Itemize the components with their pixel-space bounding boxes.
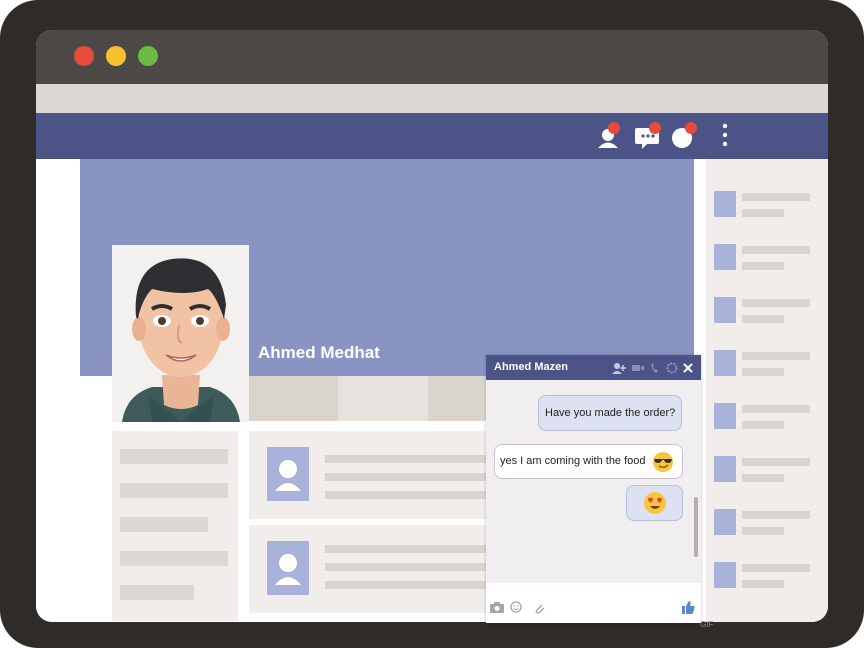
title-bar — [36, 30, 828, 84]
message-bubble-outgoing — [626, 485, 683, 521]
contact-item[interactable] — [714, 350, 824, 380]
device-frame: Ahmed Medhat — [0, 0, 864, 648]
close-window-button[interactable] — [74, 46, 94, 66]
emoji-icon[interactable] — [510, 601, 522, 613]
minimize-window-button[interactable] — [106, 46, 126, 66]
contact-item[interactable] — [714, 456, 824, 486]
post-avatar-placeholder — [267, 541, 309, 595]
notifications-icon[interactable] — [668, 121, 700, 151]
settings-icon[interactable] — [666, 362, 678, 374]
address-bar[interactable] — [36, 84, 828, 113]
contact-item[interactable] — [714, 244, 824, 274]
camera-icon[interactable] — [490, 602, 504, 613]
chat-input-bar[interactable] — [486, 583, 701, 623]
notification-badge — [685, 122, 697, 134]
chat-scrollbar[interactable] — [694, 497, 698, 557]
chat-title: Ahmed Mazen — [494, 361, 568, 373]
top-navbar — [36, 113, 828, 159]
chat-header: Ahmed Mazen — [486, 355, 701, 380]
contact-item[interactable] — [714, 297, 824, 327]
chat-window: Ahmed Mazen Have you made the order? yes… — [486, 355, 701, 623]
message-text: yes I am coming with the food — [500, 455, 646, 467]
browser-window: Ahmed Medhat — [36, 30, 828, 622]
messages-icon[interactable] — [633, 121, 665, 151]
friend-request-icon[interactable] — [594, 121, 626, 151]
message-bubble-incoming: yes I am coming with the food — [494, 444, 683, 479]
profile-sidebar — [112, 431, 238, 621]
contact-item[interactable] — [714, 191, 824, 221]
add-person-icon[interactable] — [612, 362, 626, 374]
profile-name: Ahmed Medhat — [258, 343, 380, 362]
message-text: Have you made the order? — [545, 407, 676, 419]
sunglasses-emoji — [653, 452, 673, 472]
heart-eyes-emoji — [644, 492, 666, 514]
notification-badge — [608, 122, 620, 134]
gif-label[interactable]: GIF — [700, 620, 713, 629]
page-content: Ahmed Medhat — [36, 159, 828, 622]
more-menu-icon[interactable] — [716, 121, 748, 151]
post-avatar-placeholder — [267, 447, 309, 501]
profile-tab[interactable] — [249, 376, 338, 421]
maximize-window-button[interactable] — [138, 46, 158, 66]
profile-avatar — [112, 245, 249, 422]
video-call-icon[interactable] — [632, 362, 644, 374]
contact-item[interactable] — [714, 562, 824, 592]
close-icon[interactable] — [683, 362, 693, 374]
notification-badge — [649, 122, 661, 134]
attachment-icon[interactable] — [533, 601, 545, 614]
contacts-sidebar — [706, 159, 828, 622]
contact-item[interactable] — [714, 403, 824, 433]
like-icon[interactable] — [682, 601, 695, 614]
phone-icon[interactable] — [650, 362, 660, 374]
message-bubble-outgoing: Have you made the order? — [538, 395, 682, 431]
contact-item[interactable] — [714, 509, 824, 539]
